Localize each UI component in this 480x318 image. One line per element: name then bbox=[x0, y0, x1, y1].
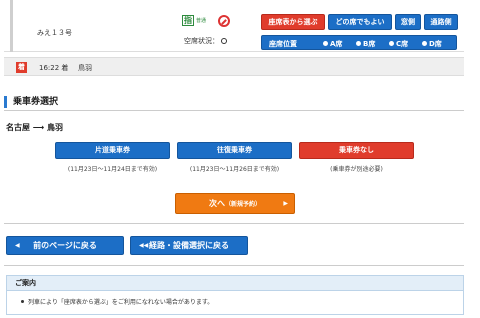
vacancy-status: 空席状況： bbox=[184, 36, 227, 46]
seat-position-selector: 座席位置 A席 B席 C席 D席 bbox=[261, 35, 457, 50]
round-trip-validity-note: (11月23日～11月26日まで有効) bbox=[189, 166, 280, 173]
one-way-validity-note: (11月23日～11月24日まで有効) bbox=[67, 166, 158, 173]
train-name: みえ１３号 bbox=[37, 29, 72, 37]
seat-position-label: 座席位置 bbox=[269, 40, 297, 48]
radio-icon bbox=[323, 41, 328, 46]
notice-item-text: 列車により「座席表から選ぶ」をご利用になれない場合があります。 bbox=[28, 299, 214, 306]
train-row-bar bbox=[10, 0, 13, 52]
round-trip-ticket-button[interactable]: 往復乗車券 bbox=[177, 142, 292, 159]
radio-icon bbox=[389, 41, 394, 46]
no-ticket-note: (乗車券が別途必要) bbox=[330, 166, 383, 173]
no-smoking-icon bbox=[218, 15, 230, 27]
arrival-station: 鳥羽 bbox=[78, 64, 92, 72]
double-arrow-left-icon: ◀◀ bbox=[139, 242, 149, 249]
back-button[interactable]: ◀ 前のページに戻る bbox=[6, 236, 124, 255]
vacancy-label: 空席状況： bbox=[184, 37, 219, 45]
notice-title: ご案内 bbox=[7, 276, 463, 291]
window-seat-button[interactable]: 窓側 bbox=[395, 14, 421, 30]
aisle-seat-button[interactable]: 通路側 bbox=[424, 14, 458, 30]
back-arrow-icon: ◀ bbox=[15, 242, 20, 249]
radio-icon bbox=[356, 41, 361, 46]
arrow-right-icon: ▶ bbox=[283, 200, 288, 207]
seat-option-d[interactable]: D席 bbox=[422, 39, 442, 49]
seat-map-button[interactable]: 座席表から選ぶ bbox=[261, 14, 325, 30]
seat-type-label: 普通 bbox=[196, 18, 207, 24]
section-divider bbox=[4, 110, 464, 111]
arrival-time: 16:22 着 bbox=[39, 64, 69, 72]
divider bbox=[4, 223, 464, 224]
route-select-back-button[interactable]: ◀◀ 経路・設備選択に戻る bbox=[130, 236, 248, 255]
arrival-row: 着 16:22 着 鳥羽 bbox=[4, 57, 464, 76]
one-way-ticket-button[interactable]: 片道乗車券 bbox=[55, 142, 170, 159]
seat-option-c[interactable]: C席 bbox=[389, 39, 408, 49]
next-button-label: 次へ bbox=[208, 199, 225, 208]
seat-option-b[interactable]: B席 bbox=[356, 39, 375, 49]
divider bbox=[4, 265, 464, 266]
radio-icon bbox=[422, 41, 427, 46]
route-select-back-label: 経路・設備選択に戻る bbox=[149, 241, 229, 250]
reserved-seat-icon: 指 bbox=[182, 15, 194, 26]
vacancy-circle-icon bbox=[221, 38, 227, 44]
section-title: 乗車券選択 bbox=[4, 96, 58, 108]
seat-option-a[interactable]: A席 bbox=[323, 39, 342, 49]
next-button[interactable]: 次へ（新規予約） ▶ bbox=[175, 193, 295, 214]
notice-box: ご案内 列車により「座席表から選ぶ」をご利用になれない場合があります。 bbox=[6, 275, 464, 315]
arrival-badge: 着 bbox=[16, 62, 27, 73]
next-button-sub: （新規予約） bbox=[224, 201, 261, 208]
no-ticket-button[interactable]: 乗車券なし bbox=[299, 142, 414, 159]
route-text: 名古屋 ⟶ 鳥羽 bbox=[6, 123, 64, 132]
back-button-label: 前のページに戻る bbox=[33, 241, 97, 250]
bullet-icon bbox=[21, 300, 24, 303]
any-seat-button[interactable]: どの席でもよい bbox=[328, 14, 392, 30]
notice-item: 列車により「座席表から選ぶ」をご利用になれない場合があります。 bbox=[7, 291, 463, 306]
